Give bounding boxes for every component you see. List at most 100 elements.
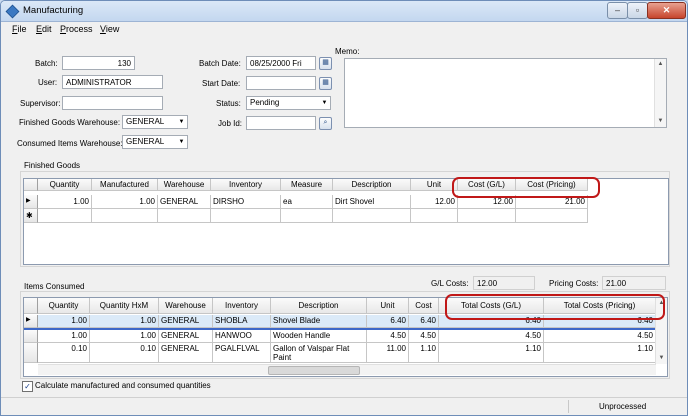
calculate-checkbox[interactable]: ✓ (22, 381, 33, 392)
cell-unit[interactable]: 11.00 (367, 343, 409, 363)
new-row[interactable]: ✱ (24, 209, 588, 223)
column-header[interactable]: Manufactured (92, 179, 158, 191)
cell-inventory[interactable]: HANWOO (213, 330, 271, 343)
column-header[interactable]: Description (271, 298, 367, 314)
new-cell[interactable] (92, 209, 158, 223)
job-id-label: Job Id: (218, 119, 243, 128)
new-cell[interactable] (333, 209, 411, 223)
new-cell[interactable] (38, 209, 92, 223)
cell-quantity[interactable]: 0.10 (38, 343, 90, 363)
cell-total-pricing[interactable]: 4.50 (544, 330, 656, 343)
new-cell[interactable] (458, 209, 516, 223)
status-divider (568, 400, 569, 413)
batch-field[interactable]: 130 (62, 56, 135, 70)
column-header[interactable]: Quantity (38, 298, 90, 314)
user-field[interactable]: ADMINISTRATOR (62, 75, 163, 89)
job-id-field[interactable] (246, 116, 316, 130)
column-header[interactable]: Inventory (211, 179, 281, 191)
new-cell[interactable] (516, 209, 588, 223)
scroll-thumb[interactable] (268, 366, 360, 375)
menu-file[interactable]: File (12, 24, 27, 34)
cell-cost[interactable]: 1.10 (409, 343, 439, 363)
cell-quantity-hxm[interactable]: 1.00 (90, 315, 159, 328)
ci-warehouse-select[interactable]: GENERAL ▼ (122, 135, 188, 149)
chevron-down-icon: ▼ (178, 139, 185, 145)
supervisor-field[interactable] (62, 96, 163, 110)
cell-total-pricing[interactable]: 1.10 (544, 343, 656, 363)
cell-inventory[interactable]: DIRSHO (211, 195, 281, 209)
manufacturing-window: Manufacturing – ▫ ✕ File Edit Process Vi… (0, 0, 688, 416)
column-header[interactable]: Unit (411, 179, 458, 191)
maximize-button[interactable]: ▫ (627, 2, 648, 19)
column-header[interactable]: Inventory (213, 298, 271, 314)
cell-quantity-hxm[interactable]: 1.00 (90, 330, 159, 343)
new-cell[interactable] (411, 209, 458, 223)
cell-quantity[interactable]: 1.00 (38, 315, 90, 328)
new-cell[interactable] (211, 209, 281, 223)
cell-measure[interactable]: ea (281, 195, 333, 209)
cell-inventory[interactable]: PGALFLVAL (213, 343, 271, 363)
cell-warehouse[interactable]: GENERAL (159, 330, 213, 343)
new-cell[interactable] (281, 209, 333, 223)
cell-description[interactable]: Shovel Blade (271, 315, 367, 328)
cell-cost[interactable]: 6.40 (409, 315, 439, 328)
column-header[interactable]: Measure (281, 179, 333, 191)
supervisor-label: Supervisor: (20, 99, 61, 108)
grid-horizontal-scrollbar[interactable] (38, 364, 656, 375)
calendar-icon[interactable]: ▦ (319, 57, 332, 70)
cell-quantity[interactable]: 1.00 (38, 330, 90, 343)
menu-view[interactable]: View (100, 24, 119, 34)
cell-inventory[interactable]: SHOBLA (213, 315, 271, 328)
batch-date-field[interactable]: 08/25/2000 Fri (246, 56, 316, 70)
pricing-costs-label: Pricing Costs: (549, 279, 599, 288)
search-icon[interactable]: ⌕ (319, 117, 332, 130)
fg-warehouse-select[interactable]: GENERAL ▼ (122, 115, 188, 129)
column-header[interactable]: Quantity (38, 179, 92, 191)
start-date-field[interactable] (246, 76, 316, 90)
row-header (24, 330, 38, 343)
table-row[interactable]: 1.00 1.00 GENERAL HANWOO Wooden Handle 4… (24, 330, 656, 343)
memo-textarea[interactable]: ▲ ▼ (344, 58, 667, 128)
table-row[interactable]: 0.10 0.10 GENERAL PGALFLVAL Gallon of Va… (24, 343, 656, 363)
finished-goods-label: Finished Goods (24, 161, 81, 170)
cell-description[interactable]: Gallon of Valspar Flat Paint (271, 343, 367, 363)
start-date-label: Start Date: (202, 79, 241, 88)
cell-unit[interactable]: 12.00 (411, 195, 458, 209)
cell-quantity-hxm[interactable]: 0.10 (90, 343, 159, 363)
scroll-up-icon[interactable]: ▲ (655, 59, 666, 70)
cell-total-gl[interactable]: 4.50 (439, 330, 544, 343)
cell-manufactured[interactable]: 1.00 (92, 195, 158, 209)
column-header[interactable]: Unit (367, 298, 409, 314)
scroll-down-icon[interactable]: ▼ (655, 116, 666, 127)
menu-edit[interactable]: Edit (36, 24, 52, 34)
highlight-annotation (452, 177, 600, 198)
cell-warehouse[interactable]: GENERAL (158, 195, 211, 209)
cell-warehouse[interactable]: GENERAL (159, 343, 213, 363)
column-header[interactable]: Cost (409, 298, 439, 314)
row-header-corner (24, 298, 38, 314)
cell-description[interactable]: Wooden Handle (271, 330, 367, 343)
column-header[interactable]: Quantity HxM (90, 298, 159, 314)
memo-scrollbar[interactable]: ▲ ▼ (654, 59, 666, 127)
ci-warehouse-label: Consumed Items Warehouse: (17, 139, 123, 148)
fg-warehouse-value: GENERAL (126, 117, 165, 126)
cell-unit[interactable]: 4.50 (367, 330, 409, 343)
scroll-down-icon[interactable]: ▼ (656, 353, 667, 364)
column-header[interactable]: Description (333, 179, 411, 191)
cell-unit[interactable]: 6.40 (367, 315, 409, 328)
column-header[interactable]: Warehouse (158, 179, 211, 191)
new-cell[interactable] (158, 209, 211, 223)
close-button[interactable]: ✕ (647, 2, 686, 19)
batch-label: Batch: (35, 59, 58, 68)
calendar-icon[interactable]: ▦ (319, 77, 332, 90)
menu-bar: File Edit Process View (1, 22, 687, 37)
cell-quantity[interactable]: 1.00 (38, 195, 92, 209)
cell-warehouse[interactable]: GENERAL (159, 315, 213, 328)
cell-cost[interactable]: 4.50 (409, 330, 439, 343)
column-header[interactable]: Warehouse (159, 298, 213, 314)
minimize-button[interactable]: – (607, 2, 628, 19)
cell-total-gl[interactable]: 1.10 (439, 343, 544, 363)
menu-process[interactable]: Process (60, 24, 93, 34)
cell-description[interactable]: Dirt Shovel (333, 195, 411, 209)
status-select[interactable]: Pending ▼ (246, 96, 331, 110)
